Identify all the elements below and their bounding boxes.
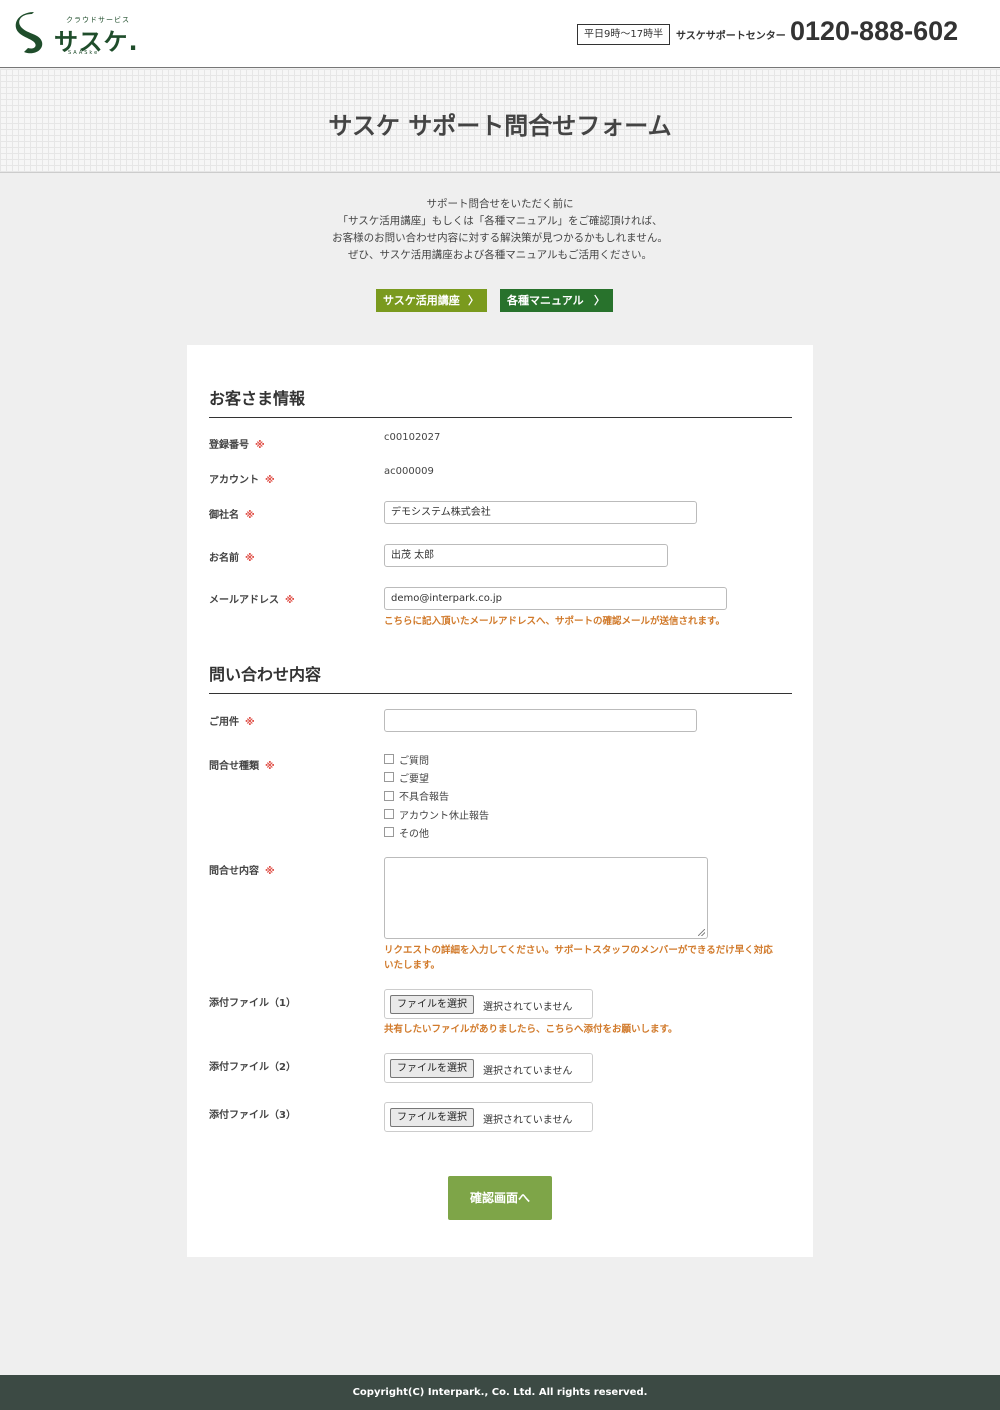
checkbox[interactable] — [384, 790, 394, 801]
section-divider — [209, 417, 792, 418]
logo[interactable]: クラウドサービス サスケ. SAASke — [12, 12, 152, 58]
attachment-1-input[interactable]: ファイルを選択 選択されていません — [384, 989, 593, 1019]
chevron-right-icon: 〉 — [468, 294, 479, 307]
resize-handle-icon[interactable] — [698, 929, 705, 936]
attachment-note: 共有したいファイルがありましたら、こちらへ添付をお願いします。 — [384, 1024, 678, 1035]
required-mark: ※ — [265, 866, 275, 877]
email-note: こちらに記入頂いたメールアドレスへ、サポートの確認メールが送信されます。 — [384, 616, 726, 627]
file-status: 選択されていません — [483, 1002, 573, 1013]
registration-number-value: c00102027 — [384, 432, 441, 443]
inquiry-type-option[interactable]: ご要望 — [384, 768, 489, 786]
site-header: クラウドサービス サスケ. SAASke 平日9時〜17時半 サスケサポートセン… — [0, 0, 1000, 68]
email-input[interactable]: demo@interpark.co.jp — [384, 587, 727, 610]
email-label: メールアドレス ※ — [209, 595, 295, 606]
course-link-label: サスケ活用講座 — [383, 294, 460, 307]
business-hours-badge: 平日9時〜17時半 — [577, 24, 671, 45]
required-mark: ※ — [285, 595, 295, 606]
name-label: お名前 ※ — [209, 553, 255, 564]
inquiry-content-note: リクエストの詳細を入力してください。サポートスタッフのメンバーができるだけ早く対… — [384, 945, 773, 971]
page-banner: サスケ サポート問合せフォーム — [0, 69, 1000, 173]
attachment-3-label: 添付ファイル（3） — [209, 1110, 296, 1121]
logo-sub-text: SAASke — [68, 50, 100, 56]
intro-line: サポート問合せをいただく前に — [426, 198, 574, 210]
checkbox[interactable] — [384, 827, 394, 838]
copyright-text: Copyright(C) Interpark., Co. Ltd. All ri… — [352, 1387, 648, 1398]
required-mark: ※ — [255, 440, 265, 451]
attachment-3-input[interactable]: ファイルを選択 選択されていません — [384, 1102, 593, 1132]
site-footer: Copyright(C) Interpark., Co. Ltd. All ri… — [0, 1375, 1000, 1410]
inquiry-heading: 問い合わせ内容 — [209, 665, 322, 684]
choose-file-button[interactable]: ファイルを選択 — [390, 1108, 474, 1127]
inquiry-type-label: 問合せ種類 ※ — [209, 761, 275, 772]
required-mark: ※ — [245, 553, 255, 564]
subject-input[interactable] — [384, 709, 697, 732]
subject-label: ご用件 ※ — [209, 717, 255, 728]
confirm-button[interactable]: 確認画面へ — [448, 1176, 552, 1220]
name-input[interactable]: 出茂 太郎 — [384, 544, 668, 567]
inquiry-type-option[interactable]: ご質問 — [384, 750, 489, 768]
checkbox[interactable] — [384, 772, 394, 783]
support-form: お客さま情報 登録番号 ※ c00102027 アカウント ※ ac000009 御… — [187, 345, 813, 1257]
account-label: アカウント ※ — [209, 475, 275, 486]
choose-file-button[interactable]: ファイルを選択 — [390, 1059, 474, 1078]
inquiry-type-option[interactable]: その他 — [384, 823, 489, 841]
attachment-2-input[interactable]: ファイルを選択 選択されていません — [384, 1053, 593, 1083]
intro-text: サポート問合せをいただく前に 「サスケ活用講座」もしくは「各種マニュアル」をご確… — [0, 196, 1000, 264]
file-status: 選択されていません — [483, 1115, 573, 1126]
required-mark: ※ — [245, 717, 255, 728]
account-value: ac000009 — [384, 466, 434, 477]
logo-mark-icon — [15, 12, 43, 54]
inquiry-type-group: ご質問 ご要望 不具合報告 アカウント休止報告 その他 — [384, 750, 489, 841]
customer-info-heading: お客さま情報 — [209, 389, 306, 408]
attachment-1-label: 添付ファイル（1） — [209, 998, 296, 1009]
intro-line: ぜひ、サスケ活用講座および各種マニュアルもご活用ください。 — [348, 249, 652, 261]
intro-line: お客様のお問い合わせ内容に対する解決策が見つかるかもしれません。 — [332, 232, 668, 244]
company-name-label: 御社名 ※ — [209, 510, 255, 521]
attachment-2-label: 添付ファイル（2） — [209, 1062, 296, 1073]
intro-line: 「サスケ活用講座」もしくは「各種マニュアル」をご確認頂ければ、 — [337, 215, 663, 227]
inquiry-type-option[interactable]: 不具合報告 — [384, 787, 489, 805]
support-center-label: サスケサポートセンター — [676, 31, 786, 42]
required-mark: ※ — [245, 510, 255, 521]
required-mark: ※ — [265, 475, 275, 486]
registration-number-label: 登録番号 ※ — [209, 440, 265, 451]
choose-file-button[interactable]: ファイルを選択 — [390, 995, 474, 1014]
inquiry-content-textarea[interactable] — [384, 857, 708, 939]
file-status: 選択されていません — [483, 1066, 573, 1077]
checkbox[interactable] — [384, 754, 394, 765]
inquiry-content-label: 問合せ内容 ※ — [209, 866, 275, 877]
chevron-right-icon: 〉 — [594, 294, 605, 307]
page-title: サスケ サポート問合せフォーム — [328, 112, 672, 140]
manual-link-button[interactable]: 各種マニュアル 〉 — [500, 289, 613, 312]
manual-link-label: 各種マニュアル — [507, 294, 584, 307]
course-link-button[interactable]: サスケ活用講座 〉 — [376, 289, 487, 312]
checkbox[interactable] — [384, 809, 394, 820]
company-name-input[interactable]: デモシステム株式会社 — [384, 501, 697, 524]
inquiry-type-option[interactable]: アカウント休止報告 — [384, 805, 489, 823]
section-divider — [209, 693, 792, 694]
support-phone-number[interactable]: 0120-888-602 — [790, 16, 958, 47]
required-mark: ※ — [265, 761, 275, 772]
